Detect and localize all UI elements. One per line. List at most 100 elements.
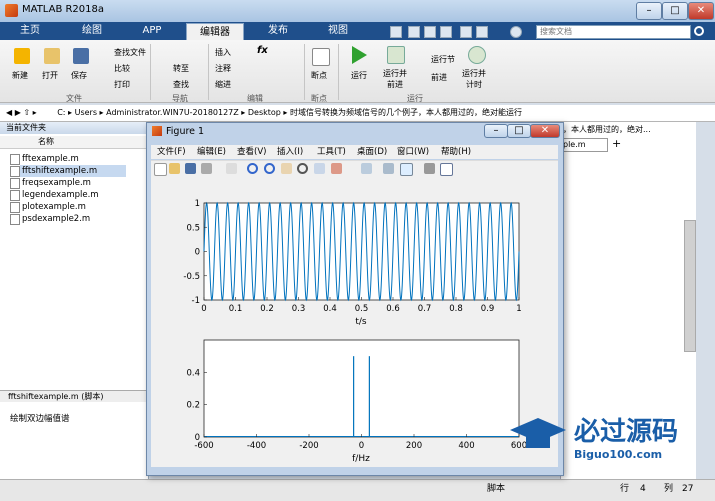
up-folder-icon[interactable]: ⇧ — [23, 108, 30, 117]
save-icon[interactable] — [73, 48, 89, 64]
y-tick-label: 0 — [195, 433, 200, 443]
colorbar-icon[interactable] — [383, 163, 394, 174]
menu-file[interactable]: 文件(F) — [157, 145, 186, 159]
address-bar[interactable]: ◀ ▶ ⇧ ▸ C: ▸ Users ▸ Administrator.WIN7U… — [0, 105, 715, 122]
run-icon[interactable] — [352, 46, 367, 64]
spectrum-axes[interactable] — [203, 339, 520, 438]
run-advance-icon[interactable] — [387, 46, 405, 64]
open-label[interactable]: 打开 — [42, 70, 58, 81]
menu-desktop[interactable]: 桌面(D) — [357, 145, 387, 159]
find-files-button[interactable]: 查找文件 — [114, 47, 146, 58]
tab-plots[interactable]: 绘图 — [72, 22, 112, 40]
new-icon[interactable] — [14, 48, 30, 64]
new-label[interactable]: 新建 — [12, 70, 28, 81]
figure-close-button[interactable]: ✕ — [530, 124, 560, 138]
file-item[interactable]: legendexample.m — [22, 189, 99, 201]
path-segment[interactable]: Administrator.WIN7U-20180127Z — [106, 108, 239, 117]
advance-button[interactable]: 前进 — [431, 72, 447, 83]
vertical-scrollbar[interactable] — [684, 220, 696, 352]
print-figure-icon[interactable] — [201, 163, 212, 174]
back-icon[interactable]: ◀ — [6, 108, 12, 117]
x-tick-label: 0.6 — [386, 304, 400, 314]
comment-button[interactable]: 注释 — [215, 63, 231, 74]
run-time-label[interactable]: 运行并 计时 — [462, 68, 486, 90]
search-icon[interactable] — [694, 26, 704, 36]
run-time-icon[interactable] — [468, 46, 486, 64]
maximize-button[interactable]: □ — [662, 2, 688, 20]
name-column-header[interactable]: 名称 — [0, 136, 148, 149]
menu-edit[interactable]: 编辑(E) — [197, 145, 226, 159]
zoom-out-icon[interactable] — [264, 163, 275, 174]
y-tick-label: -1 — [192, 296, 200, 306]
breakpoint-label[interactable]: 断点 — [311, 70, 327, 81]
hide-tools-icon[interactable] — [424, 163, 435, 174]
file-item[interactable]: plotexample.m — [22, 201, 86, 213]
open-folder-icon[interactable] — [44, 48, 60, 64]
save-figure-icon[interactable] — [185, 163, 196, 174]
run-label[interactable]: 运行 — [351, 70, 367, 81]
brush-icon[interactable] — [331, 163, 342, 174]
menu-tools[interactable]: 工具(T) — [317, 145, 346, 159]
find-button[interactable]: 查找 — [173, 79, 189, 90]
legend-icon[interactable] — [400, 163, 413, 176]
menu-help[interactable]: 帮助(H) — [441, 145, 471, 159]
editor-tab[interactable]: ple.m — [562, 138, 608, 152]
file-item[interactable]: freqsexample.m — [22, 177, 91, 189]
figure-maximize-button[interactable]: □ — [507, 124, 531, 138]
file-item-selected[interactable]: fftshiftexample.m — [20, 165, 126, 177]
link-plot-icon[interactable] — [361, 163, 372, 174]
tab-view[interactable]: 视图 — [318, 22, 358, 40]
forward-icon[interactable]: ▶ — [15, 108, 21, 117]
zoom-in-icon[interactable] — [247, 163, 258, 174]
row-label: 行 — [620, 484, 630, 494]
current-folder-title: 当前文件夹 — [0, 122, 148, 134]
menu-window[interactable]: 窗口(W) — [397, 145, 429, 159]
help-quick-icon[interactable] — [510, 26, 522, 38]
file-item[interactable]: fftexample.m — [22, 153, 79, 165]
path-segment[interactable]: 时域信号转换为频域信号的几个例子，本人都用过的，绝对能运行 — [290, 108, 522, 117]
figure-minimize-button[interactable]: – — [484, 124, 508, 138]
print-button[interactable]: 打印 — [114, 79, 130, 90]
close-button[interactable]: ✕ — [688, 2, 714, 20]
open-file-icon[interactable] — [169, 163, 180, 174]
path-segment[interactable]: Users — [75, 108, 97, 117]
minimize-button[interactable]: – — [636, 2, 662, 20]
save-label[interactable]: 保存 — [71, 70, 87, 81]
m-file-icon — [10, 154, 20, 165]
redo-quick-icon[interactable] — [476, 26, 488, 38]
tab-editor[interactable]: 编辑器 — [186, 23, 244, 41]
browse-icon[interactable]: ▸ — [33, 108, 37, 117]
goto-button[interactable]: 转至 — [173, 63, 189, 74]
menu-view[interactable]: 查看(V) — [237, 145, 266, 159]
save-quick-icon[interactable] — [390, 26, 402, 38]
copy-quick-icon[interactable] — [424, 26, 436, 38]
tab-publish[interactable]: 发布 — [258, 22, 298, 40]
watermark-logo: 必过源码 Biguo100.com — [510, 417, 678, 461]
show-tools-icon[interactable] — [440, 163, 453, 176]
pointer-icon[interactable] — [226, 163, 237, 174]
run-section-button[interactable]: 运行节 — [431, 54, 455, 65]
file-item[interactable]: psdexample2.m — [22, 213, 90, 225]
rotate-icon[interactable] — [297, 163, 308, 174]
search-input[interactable]: 搜索文档 — [536, 25, 691, 39]
compare-button[interactable]: 比较 — [114, 63, 130, 74]
path-segment[interactable]: Desktop — [248, 108, 281, 117]
pan-icon[interactable] — [281, 163, 292, 174]
run-advance-label[interactable]: 运行并 前进 — [383, 68, 407, 90]
add-tab-button[interactable]: + — [612, 137, 621, 150]
paste-quick-icon[interactable] — [440, 26, 452, 38]
insert-button[interactable]: 插入 — [215, 47, 231, 58]
tab-apps[interactable]: APP — [132, 22, 172, 40]
cut-quick-icon[interactable] — [408, 26, 420, 38]
data-cursor-icon[interactable] — [314, 163, 325, 174]
y-tick-label: 0.5 — [186, 223, 200, 233]
fx-button[interactable]: fx — [257, 45, 268, 56]
breakpoint-icon[interactable] — [312, 48, 330, 66]
undo-quick-icon[interactable] — [460, 26, 472, 38]
details-title: fftshiftexample.m (脚本) — [0, 390, 148, 402]
indent-button[interactable]: 缩进 — [215, 79, 231, 90]
path-segment[interactable]: C: — [57, 108, 65, 117]
new-figure-icon[interactable] — [154, 163, 167, 176]
menu-insert[interactable]: 插入(I) — [277, 145, 303, 159]
tab-home[interactable]: 主页 — [10, 22, 50, 40]
